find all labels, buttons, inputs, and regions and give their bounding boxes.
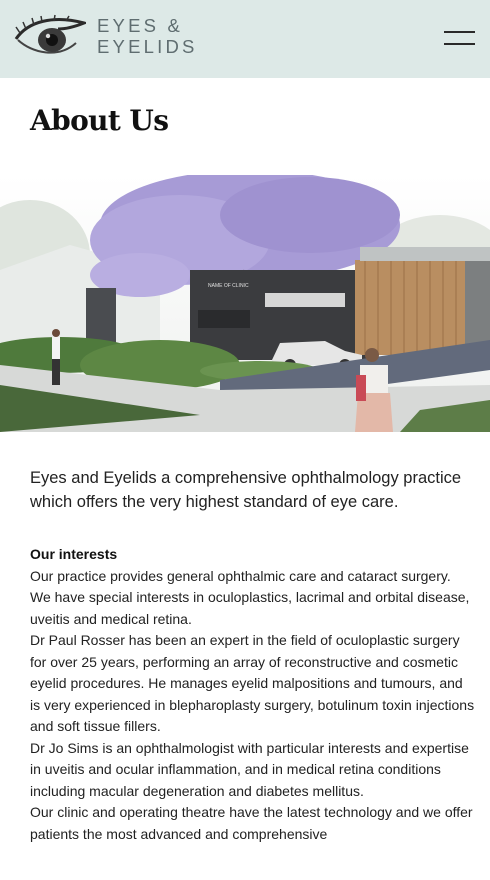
brand-line-2: EYELIDS: [97, 36, 198, 57]
paragraph-dr-sims: Dr Jo Sims is an ophthalmologist with pa…: [30, 739, 469, 799]
intro-text: Eyes and Eyelids a comprehensive ophthal…: [30, 469, 462, 511]
paragraph-clinic: Our clinic and operating theatre have th…: [30, 804, 473, 842]
interests-section: Our interests Our practice provides gene…: [30, 544, 475, 845]
page-title: About Us: [30, 104, 169, 137]
paragraph-practice: Our practice provides general ophthalmic…: [30, 567, 470, 627]
clinic-building-photo: NAME OF CLINIC: [0, 175, 490, 432]
hamburger-menu-icon[interactable]: [444, 28, 476, 48]
paragraph-dr-rosser: Dr Paul Rosser has been an expert in the…: [30, 632, 475, 734]
section-heading: Our interests: [30, 546, 118, 562]
menu-line: [444, 31, 475, 33]
brand-line-1: EYES &: [97, 15, 184, 36]
menu-line: [444, 43, 475, 45]
eye-logo-icon[interactable]: [14, 13, 86, 59]
site-header: EYES & EYELIDS: [0, 0, 490, 78]
svg-text:NAME OF CLINIC: NAME OF CLINIC: [208, 283, 249, 289]
brand-wordmark[interactable]: EYES & EYELIDS: [97, 15, 198, 57]
